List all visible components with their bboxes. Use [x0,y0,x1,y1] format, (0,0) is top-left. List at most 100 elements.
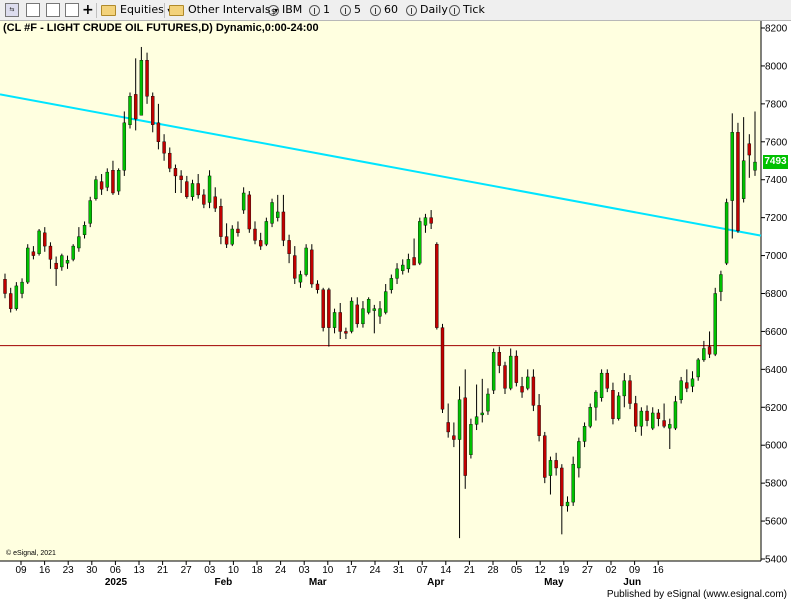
candle-body-up [508,355,513,389]
candle-body-up [304,247,308,275]
candle-body-up [741,160,746,199]
candle [94,175,98,201]
x-tick-label: 16 [653,565,665,576]
candle [349,297,354,334]
x-tick-label: 23 [63,565,75,576]
candle-body-up [719,274,723,292]
candle-body-up [668,424,672,429]
candle [145,52,149,104]
candle-body-down [111,170,115,194]
x-tick-label: 02 [605,565,617,576]
chart-area[interactable]: 8200 8000 7800 7600 7400 7200 7000 6800 6600 6400… [0,21,791,603]
equities-dropdown[interactable]: Equities ▾ [101,2,171,18]
price-chart[interactable]: 8200 8000 7800 7600 7400 7200 7000 6800 6600 6400… [0,21,791,603]
candle-body-down [173,168,178,177]
candle-body-up [276,211,280,218]
symbol-icon: $ [268,4,279,16]
candle-body-up [469,424,473,455]
candle-body-down [344,331,348,334]
candle-body-down [531,376,536,406]
candle-body-up [361,308,365,325]
x-tick-label: 24 [369,565,381,576]
candle [247,191,252,233]
interval-5-button[interactable]: I5 [340,2,361,18]
candle-body-up [26,247,30,283]
candle-body-down [497,352,502,366]
candle-body-up [389,278,394,290]
candle [304,244,308,277]
x-tick-label: 09 [15,565,27,576]
interval-icon: I [449,4,460,16]
candle-body-down [8,293,13,309]
candle-body-down [213,196,217,209]
candle-body-down [611,390,615,419]
candle-body-up [264,221,269,245]
candle-body-down [54,262,58,270]
x-tick-label: 28 [487,565,499,576]
candle-body-up [423,217,428,226]
candle-body-up [383,291,388,313]
grid-icon[interactable] [46,3,60,17]
candle [321,287,325,332]
candle-body-up [486,393,490,412]
candle-body-down [662,420,666,427]
daily-button[interactable]: I Daily [406,2,448,18]
candle-body-down [554,460,558,469]
month-label: Feb [215,577,233,588]
add-icon[interactable]: + [82,2,94,18]
candle-body-up [622,380,627,397]
candle [128,92,132,129]
candle-body-up [639,410,644,427]
candle-body-down [258,240,263,247]
x-tick-label: 03 [299,565,311,576]
candle-body-down [133,94,138,120]
candle [310,244,314,288]
candle-body-up [372,308,377,311]
candle-body-up [128,96,132,125]
candle-body-down [168,152,172,169]
chart-icon[interactable] [26,3,40,17]
toolbar: ⇆ + Equities ▾ Other Intervals ▾ $IBM I1… [0,0,791,21]
y-tick-label: 8000 [765,61,788,72]
interval-60-button[interactable]: I 60 [370,2,398,18]
toolbar-separator [96,3,97,18]
candle [26,244,30,285]
candle-body-down [514,355,519,383]
y-tick-label: 5400 [765,555,788,566]
candle-body-up [20,281,24,294]
interval-60-label: 60 [384,3,398,16]
candle [366,297,371,315]
symbol-link-icon[interactable]: ⇆ [5,3,19,17]
candle-body-up [332,312,337,328]
interval-1-button[interactable]: I1 [309,2,330,18]
candle-body-up [457,399,462,440]
candle [88,196,92,228]
tick-label: Tick [463,3,485,16]
calculator-icon[interactable] [65,3,79,17]
candle-body-down [327,289,331,328]
y-tick-label: 7400 [765,175,788,186]
interval-icon: I [406,4,417,16]
candle-body-up [599,372,604,399]
candle-body-up [679,380,683,400]
x-tick-label: 14 [440,565,452,576]
candle-body-down [736,132,740,232]
y-tick-label: 5800 [765,479,788,490]
candle [543,431,547,484]
candle-body-down [179,175,183,180]
candle-body-down [315,283,320,290]
other-intervals-dropdown[interactable]: Other Intervals ▾ [169,2,278,18]
ibm-button[interactable]: $ IBM [268,2,302,18]
candle-body-down [645,410,649,421]
tick-button[interactable]: I Tick [449,2,485,18]
candle-body-up [696,359,700,378]
y-tick-label: 6600 [765,327,788,338]
candle-body-up [582,426,587,442]
candle-body-down [196,183,200,196]
candle [440,323,445,413]
candle-body-down [412,257,416,266]
x-tick-label: 21 [464,565,476,576]
candle-body-up [77,236,81,249]
candle-body-down [156,122,161,142]
candle-body-down [520,386,524,393]
